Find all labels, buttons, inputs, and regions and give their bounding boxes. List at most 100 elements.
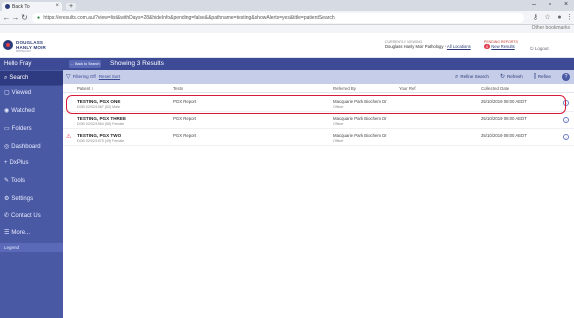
filter-icon: ▽ <box>66 74 71 80</box>
browser-tab-strip: Back To × + – ▫ × <box>0 0 574 11</box>
sidebar-item-label: Viewed <box>11 90 32 96</box>
patient-name[interactable]: TESTING, PGX THREE <box>77 116 126 121</box>
search-icon: ⌕ <box>4 75 8 81</box>
chevron-right-icon[interactable]: › <box>563 117 569 123</box>
app-header: DOUGLASS HANLY MOIR PATHOLOGY CURRENTLY … <box>0 33 574 58</box>
collected-date-cell: 25/10/2019 08:00 AEDT <box>481 133 527 138</box>
refresh-icon: ↻ <box>500 74 506 80</box>
address-bar[interactable]: ● https://eresults.com.au/?view=list&wit… <box>32 13 524 23</box>
sidebar-item-contact-us[interactable]: ✆ Contact Us <box>0 209 63 223</box>
sidebar-item-label: Contact Us <box>11 213 41 219</box>
address-bar-url: https://eresults.com.au/?view=list&withD… <box>43 15 335 21</box>
chevron-right-icon[interactable]: › <box>563 134 569 140</box>
close-window-button[interactable]: × <box>558 0 574 11</box>
sidebar-item-watched[interactable]: ◉ Watched <box>0 104 63 118</box>
back-to-search-button[interactable]: ← Back to Search <box>69 60 101 68</box>
folder-icon: ▭ <box>4 126 10 132</box>
patient-details: DOB 02/02/1970 (49) Female <box>77 139 125 143</box>
sidebar-item-tools[interactable]: ✎ Tools <box>0 174 63 188</box>
logout-link[interactable]: ⏻ Logout <box>530 46 549 51</box>
column-header-collected-date[interactable]: Collected Date <box>481 84 509 93</box>
sidebar-item-label: Folders <box>11 126 32 132</box>
sidebar-item-dxplus[interactable]: + DxPlus <box>0 156 63 170</box>
close-tab-icon[interactable]: × <box>55 3 59 9</box>
table-row[interactable]: ⚠ TESTING, PGX TWO DOB 02/02/1970 (49) F… <box>63 131 574 146</box>
sidebar-item-search[interactable]: ⌕ Search <box>0 71 63 85</box>
logout-label: Logout <box>534 46 549 51</box>
sidebar-item-label: Watched <box>11 108 35 114</box>
column-header-your-ref[interactable]: Your Ref <box>399 84 416 93</box>
sidebar-legend[interactable]: Legend <box>0 243 63 252</box>
warning-icon: ⚠ <box>66 134 72 140</box>
maximize-window-button[interactable]: ▫ <box>542 0 558 11</box>
referred-by-sub: Officer <box>333 139 344 143</box>
browser-menu-icon[interactable]: ⋮ <box>565 13 574 23</box>
browser-address-row: ← → ↻ ● https://eresults.com.au/?view=li… <box>0 11 574 25</box>
more-icon: ☰ <box>4 230 10 236</box>
referred-by-cell: Macquarie Park Biochem Dr <box>333 133 387 138</box>
sidebar: Hello Fray ⌕ Search ▢ Viewed ◉ Watched ▭ Fol… <box>0 58 63 318</box>
sidebar-item-folders[interactable]: ▭ Folders <box>0 122 63 136</box>
logo-mark-icon <box>3 40 13 50</box>
refine-search-button[interactable]: ⌕ Refine Search <box>455 70 489 84</box>
other-bookmarks[interactable]: Other bookmarks <box>532 25 570 31</box>
tests-cell: PGX Report <box>173 116 197 121</box>
eye-icon: ▢ <box>4 90 10 96</box>
sidebar-item-label: Settings <box>11 196 34 202</box>
sidebar-item-label: Search <box>9 75 29 81</box>
refresh-button[interactable]: ↻ Refresh <box>500 70 523 84</box>
browser-tab-title: Back To <box>12 4 30 10</box>
browser-tab[interactable]: Back To × <box>2 2 62 11</box>
lock-icon: ● <box>37 15 41 21</box>
results-table-header: Patient ↕ Tests Referred By Your Ref Col… <box>63 84 574 93</box>
table-row[interactable]: TESTING, PGX THREE DOB 02/02/1964 (55) F… <box>63 114 574 129</box>
refresh-label: Refresh <box>507 74 523 79</box>
results-topbar: ← Back to Search Showing 3 Results <box>63 58 574 70</box>
column-header-referred-by[interactable]: Referred By <box>333 84 356 93</box>
logo-line-3: PATHOLOGY <box>16 50 32 53</box>
watched-icon: ◉ <box>4 108 10 114</box>
collected-date-cell: 25/10/2019 08:00 AEDT <box>481 116 527 121</box>
sidebar-item-more[interactable]: ☰ More... <box>0 226 63 240</box>
refine-button[interactable]: ⫿ Refine <box>534 70 551 84</box>
dashboard-icon: ◎ <box>4 144 10 150</box>
results-toolbar: ▽ Filtering Off Reset Sort ⌕ Refine Search … <box>63 70 574 84</box>
minimize-window-button[interactable]: – <box>526 0 542 11</box>
results-count: Showing 3 Results <box>110 60 164 67</box>
sidebar-item-settings[interactable]: ⚙ Settings <box>0 192 63 206</box>
patient-details: DOB 02/02/1964 (55) Female <box>77 122 125 126</box>
referred-by-cell: Macquarie Park Biochem Dr <box>333 116 387 121</box>
sidebar-item-label: DxPlus <box>9 160 29 166</box>
sidebar-item-dashboard[interactable]: ◎ Dashboard <box>0 140 63 154</box>
sidebar-item-label: More... <box>11 230 31 236</box>
tests-cell: PGX Report <box>173 133 197 138</box>
current-view: CURRENTLY VIEWING Douglass Hanly Moir Pa… <box>385 40 480 49</box>
forward-arrow-icon[interactable]: → <box>11 13 20 23</box>
key-icon[interactable]: ⚷ <box>531 13 540 23</box>
filter-toggle[interactable]: Filtering Off <box>73 74 96 79</box>
help-button[interactable]: ? <box>562 73 570 81</box>
star-icon[interactable]: ☆ <box>543 13 552 23</box>
refine-search-label: Refine Search <box>460 74 489 79</box>
sidebar-item-viewed[interactable]: ▢ Viewed <box>0 86 63 100</box>
new-results-link[interactable]: New Results <box>491 44 515 49</box>
back-to-search-label: Back to Search <box>75 62 100 66</box>
profile-icon[interactable]: ● <box>555 13 564 23</box>
back-arrow-icon[interactable]: ← <box>2 13 11 23</box>
column-header-tests[interactable]: Tests <box>173 84 183 93</box>
all-locations-link[interactable]: All Locations <box>447 44 471 49</box>
brand-logo[interactable]: DOUGLASS HANLY MOIR PATHOLOGY <box>3 38 61 53</box>
plus-icon: + <box>4 160 8 166</box>
column-header-patient[interactable]: Patient ↕ <box>77 84 94 93</box>
reload-icon[interactable]: ↻ <box>20 13 29 23</box>
search-icon: ⌕ <box>455 74 459 80</box>
favicon-icon <box>5 4 10 9</box>
reset-sort-link[interactable]: Reset Sort <box>99 74 120 79</box>
sidebar-item-label: Tools <box>11 178 26 184</box>
pending-reports: PENDING REPORTS 0 New Results <box>484 40 524 49</box>
patient-name[interactable]: TESTING, PGX TWO <box>77 133 121 138</box>
sidebar-greeting: Hello Fray <box>0 58 63 70</box>
row-highlight-outline <box>66 95 566 114</box>
bookmarks-bar: Other bookmarks <box>0 25 574 33</box>
new-tab-button[interactable]: + <box>66 3 76 10</box>
